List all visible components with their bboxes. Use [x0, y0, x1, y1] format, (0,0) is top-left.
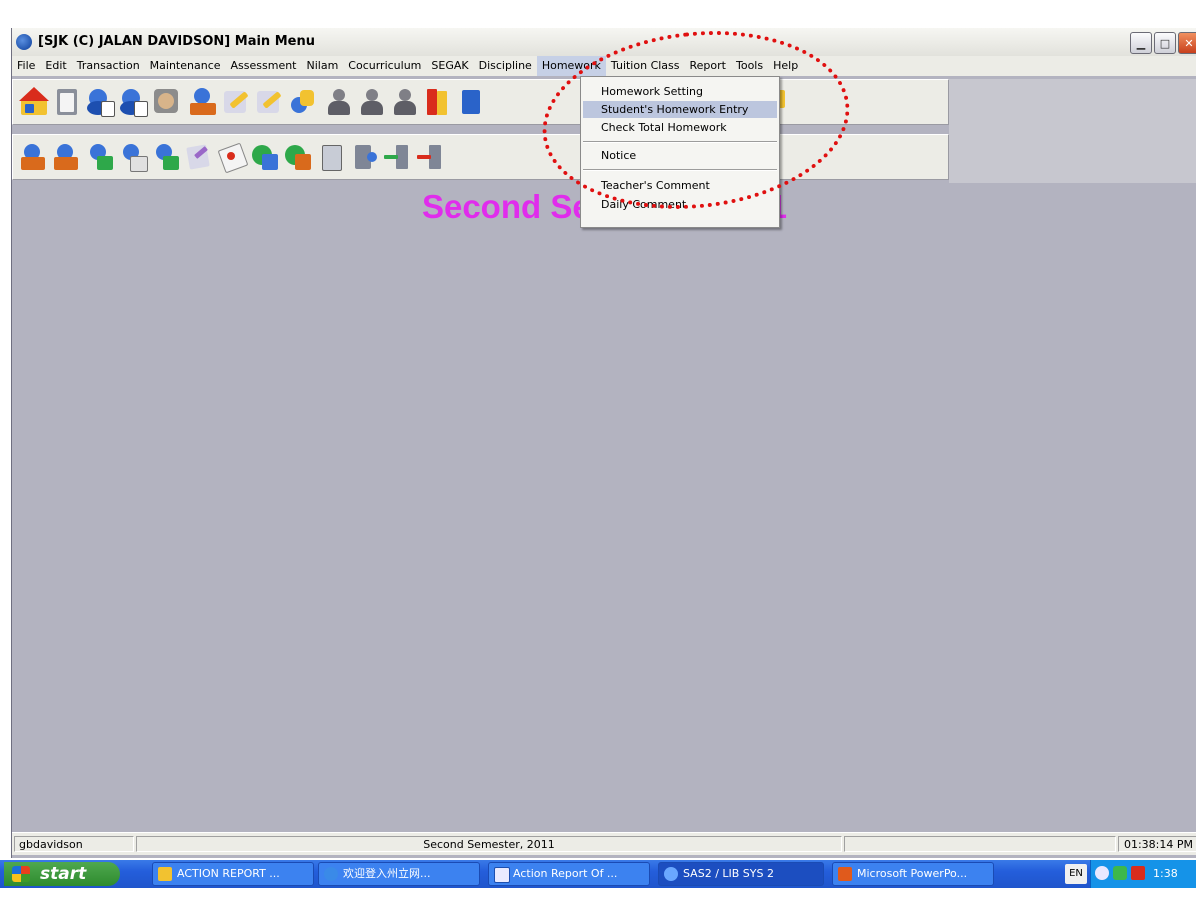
toolbar-filler [949, 79, 1196, 183]
folder-icon [158, 867, 172, 881]
title-bar[interactable]: [SJK (C) JALAN DAVIDSON] Main Menu ▁ □ ✕ [12, 28, 1196, 57]
window-title: [SJK (C) JALAN DAVIDSON] Main Menu [38, 34, 315, 49]
student-info-icon[interactable] [85, 87, 115, 117]
menu-nilam[interactable]: Nilam [302, 56, 344, 76]
maximize-icon: □ [1159, 36, 1171, 50]
close-icon: ✕ [1184, 36, 1194, 50]
fee-report-icon[interactable] [283, 142, 313, 172]
staff-list-icon[interactable] [151, 142, 181, 172]
taskbar-clock: 1:38 PM [1153, 867, 1178, 908]
staff-chart-icon[interactable] [85, 142, 115, 172]
tray-back-icon[interactable] [1095, 866, 1109, 880]
staff-home-icon[interactable] [19, 142, 49, 172]
pencil-note-icon[interactable] [221, 87, 251, 117]
word-icon [494, 867, 510, 883]
user-move-icon[interactable] [390, 87, 420, 117]
system-tray: 1:38 PM [1090, 860, 1196, 908]
book-blue-icon[interactable] [456, 87, 486, 117]
exam-paper-icon[interactable] [217, 142, 249, 174]
menu-cocurriculum[interactable]: Cocurriculum [343, 56, 426, 76]
fee-payment-icon[interactable] [250, 142, 280, 172]
clipboard-icon[interactable] [52, 87, 82, 117]
status-time: 01:38:14 PM [1118, 836, 1196, 852]
taskbar-item-powerpoint[interactable]: Microsoft PowerPo... [832, 862, 994, 886]
task-label: Action Report Of ... [513, 867, 618, 880]
teacher-info-icon[interactable] [118, 87, 148, 117]
app-window: [SJK (C) JALAN DAVIDSON] Main Menu ▁ □ ✕… [11, 16, 1196, 858]
status-user: gbdavidson [14, 836, 134, 852]
app-logo-icon [16, 34, 32, 50]
thumbs-up-icon[interactable] [287, 87, 317, 117]
maximize-button[interactable]: □ [1154, 32, 1176, 54]
file-cabinet-icon[interactable] [349, 142, 379, 172]
start-label: start [40, 864, 87, 884]
menu-transaction[interactable]: Transaction [72, 56, 145, 76]
language-indicator[interactable]: EN [1065, 864, 1087, 884]
menu-edit[interactable]: Edit [40, 56, 71, 76]
login-door-icon[interactable] [382, 142, 412, 172]
taskbar-item-action-report-folder[interactable]: ACTION REPORT ... [152, 862, 314, 886]
minimize-icon: ▁ [1136, 36, 1146, 50]
taskbar-item-sas2[interactable]: SAS2 / LIB SYS 2 [658, 862, 824, 886]
menu-maintenance[interactable]: Maintenance [145, 56, 226, 76]
ie-icon [324, 867, 338, 881]
menu-segak[interactable]: SEGAK [426, 56, 473, 76]
windows-taskbar: start ACTION REPORT ... 欢迎登入州立网... Actio… [0, 860, 1196, 908]
sas-icon [664, 867, 678, 881]
books-icon[interactable] [423, 87, 453, 117]
edit-record-icon[interactable] [254, 87, 284, 117]
close-button[interactable]: ✕ [1178, 32, 1196, 54]
antivirus-icon[interactable] [1131, 866, 1145, 880]
document-icon[interactable] [316, 142, 346, 172]
parent-icon[interactable] [151, 87, 181, 117]
start-button[interactable]: start [4, 862, 120, 886]
status-blank [844, 836, 1116, 852]
minimize-button[interactable]: ▁ [1130, 32, 1152, 54]
user-gray-icon[interactable] [324, 87, 354, 117]
windows-logo-icon [12, 866, 30, 882]
status-semester: Second Semester, 2011 [136, 836, 842, 852]
staff-class-icon[interactable] [52, 142, 82, 172]
user-transfer-icon[interactable] [357, 87, 387, 117]
task-label: SAS2 / LIB SYS 2 [683, 867, 774, 880]
tray-app-icon[interactable] [1113, 866, 1127, 880]
task-label: Microsoft PowerPo... [857, 867, 968, 880]
status-bar: gbdavidson Second Semester, 2011 01:38:1… [12, 832, 1196, 855]
task-label: ACTION REPORT ... [177, 867, 280, 880]
task-label: 欢迎登入州立网... [343, 867, 431, 880]
powerpoint-icon [838, 867, 852, 881]
menu-discipline[interactable]: Discipline [474, 56, 537, 76]
class-icon[interactable] [188, 87, 218, 117]
taskbar-item-word-document[interactable]: Action Report Of ... [488, 862, 650, 886]
taskbar-item-browser[interactable]: 欢迎登入州立网... [318, 862, 480, 886]
form-pencil-icon[interactable] [184, 142, 214, 172]
home-icon[interactable] [19, 87, 49, 117]
menu-file[interactable]: File [12, 56, 40, 76]
staff-report-icon[interactable] [118, 142, 148, 172]
menu-assessment[interactable]: Assessment [226, 56, 302, 76]
logout-door-icon[interactable] [415, 142, 445, 172]
